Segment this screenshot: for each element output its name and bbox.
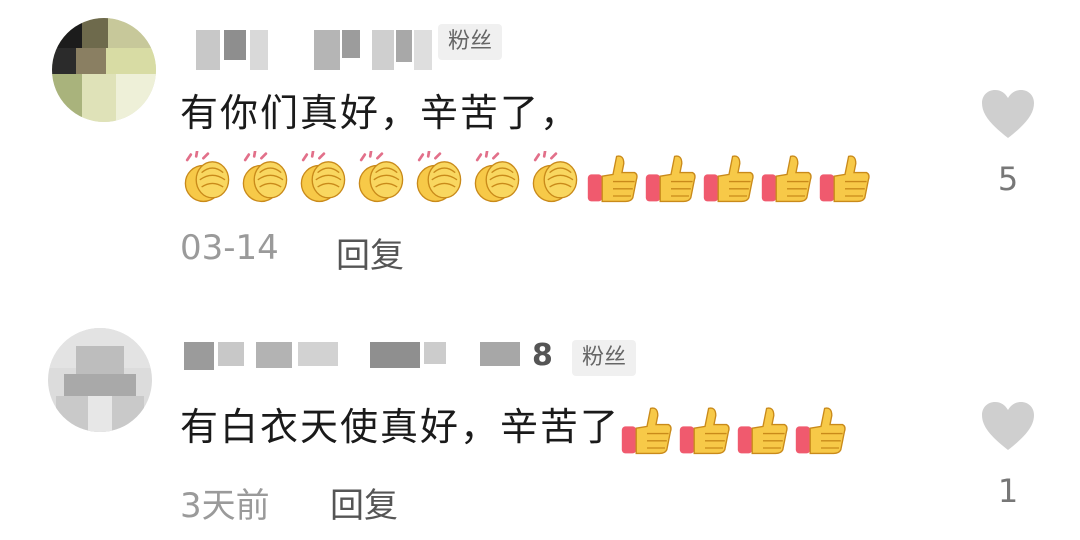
emoji-group [620,403,848,457]
thumbs-up-icon [645,154,696,202]
comment-date: 3天前 [180,486,270,526]
reply-button[interactable]: 回复 [336,228,404,277]
thumbs-up-icon [703,154,754,202]
comment-text: 有白衣天使真好，辛苦了 [180,396,940,458]
username-suffix: 8 [532,338,553,373]
comment-date: 03-14 [180,228,279,268]
clapping-hands-icon [416,150,462,202]
thumbs-up-icon [621,406,672,454]
comment-item: 粉丝 有你们真好，辛苦了， 03-14 回复 5 [0,0,1080,300]
username-blurred[interactable] [196,30,436,70]
thumbs-up-icon [761,154,812,202]
clapping-hands-icon [300,150,346,202]
thumbs-up-icon [795,406,846,454]
reply-button[interactable]: 回复 [330,478,398,527]
comment-text: 有你们真好，辛苦了， [180,82,940,206]
clapping-hands-icon [532,150,578,202]
heart-icon[interactable] [980,400,1036,452]
like-count: 1 [997,472,1019,510]
comment-item: 8 粉丝 有白衣天使真好，辛苦了 3天前 回复 1 [0,300,1080,540]
clapping-hands-icon [358,150,404,202]
thumbs-up-icon [737,406,788,454]
like-count: 5 [997,160,1019,198]
thumbs-up-icon [819,154,870,202]
comment-text-content: 有你们真好，辛苦了， [180,91,581,135]
thumbs-up-icon [679,406,730,454]
comment-text-content: 有白衣天使真好，辛苦了 [180,405,621,449]
avatar[interactable] [48,328,152,432]
emoji-group [180,150,872,205]
username-blurred[interactable] [184,342,564,382]
clapping-hands-icon [474,150,520,202]
fan-badge: 粉丝 [438,24,503,60]
thumbs-up-icon [587,154,638,202]
avatar[interactable] [52,18,156,122]
clapping-hands-icon [184,150,230,202]
clapping-hands-icon [242,150,288,202]
fan-badge: 粉丝 [572,340,637,376]
heart-icon[interactable] [980,88,1036,140]
